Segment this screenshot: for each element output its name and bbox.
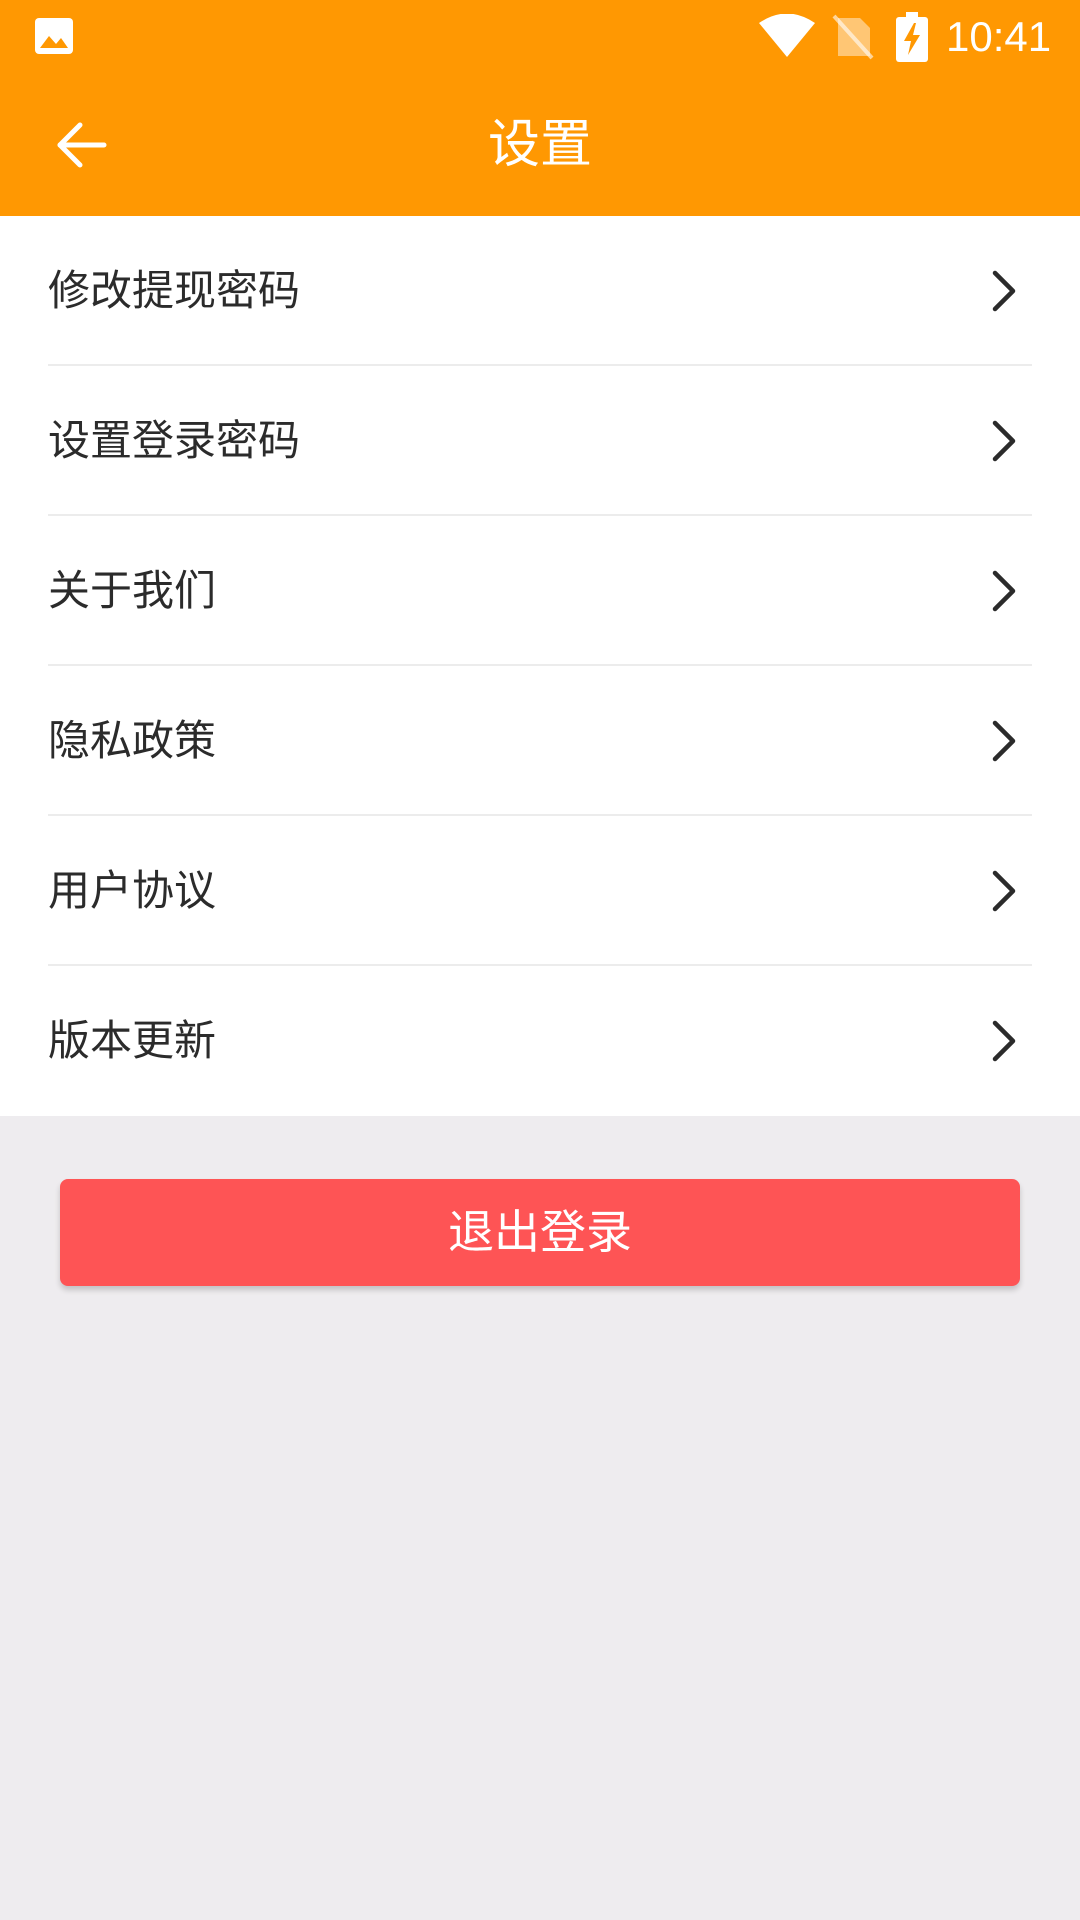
- wifi-icon: [759, 14, 815, 57]
- chevron-right-icon: [992, 420, 1016, 462]
- chevron-right-icon: [992, 720, 1016, 762]
- page-title: 设置: [487, 115, 592, 175]
- menu-item-label: 修改提现密码: [48, 266, 301, 315]
- menu-item-label: 隐私政策: [48, 716, 217, 765]
- menu-item-set-login-password[interactable]: 设置登录密码: [0, 366, 1080, 516]
- battery-charging-icon: [896, 12, 928, 62]
- status-time: 10:41: [946, 13, 1052, 60]
- logout-button[interactable]: 退出登录: [60, 1179, 1020, 1286]
- settings-menu: 修改提现密码 设置登录密码 关于我们 隐私政策 用户协议 版本更新: [0, 216, 1080, 1116]
- status-bar: 10:41: [0, 0, 1080, 74]
- menu-item-label: 用户协议: [48, 866, 217, 915]
- menu-item-version-update[interactable]: 版本更新: [0, 966, 1080, 1116]
- back-button[interactable]: [40, 108, 130, 184]
- menu-item-change-withdraw-password[interactable]: 修改提现密码: [0, 216, 1080, 366]
- menu-item-about-us[interactable]: 关于我们: [0, 516, 1080, 666]
- gallery-icon: [35, 18, 73, 54]
- chevron-right-icon: [992, 570, 1016, 612]
- chevron-right-icon: [992, 870, 1016, 912]
- no-sim-icon: [832, 14, 874, 60]
- menu-item-privacy-policy[interactable]: 隐私政策: [0, 666, 1080, 816]
- menu-item-label: 版本更新: [48, 1016, 217, 1065]
- app-bar: 设置: [0, 74, 1080, 216]
- menu-item-user-agreement[interactable]: 用户协议: [0, 816, 1080, 966]
- chevron-right-icon: [992, 1020, 1016, 1062]
- menu-item-label: 关于我们: [48, 566, 217, 615]
- chevron-right-icon: [992, 270, 1016, 312]
- arrow-back-icon: [57, 122, 107, 168]
- menu-item-label: 设置登录密码: [48, 416, 301, 465]
